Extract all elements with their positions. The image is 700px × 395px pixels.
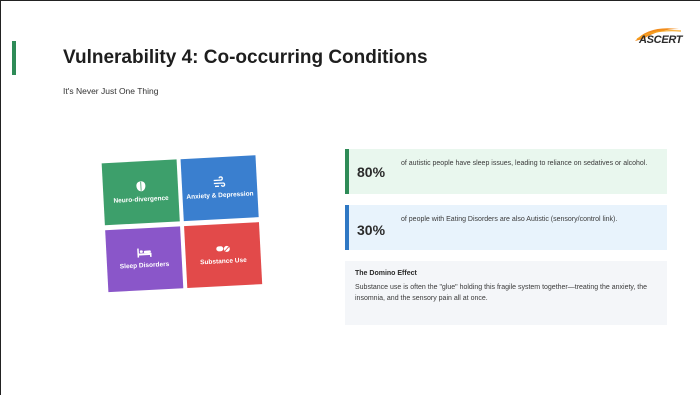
logo-text: ASCERT xyxy=(639,34,683,46)
brain-icon xyxy=(135,181,145,192)
slide: Vulnerability 4: Co-occurring Conditions… xyxy=(0,0,700,395)
tile-label: Substance Use xyxy=(199,256,247,267)
domino-title: The Domino Effect xyxy=(355,270,417,277)
accent-bar xyxy=(12,41,16,75)
tile-label: Sleep Disorders xyxy=(119,261,170,271)
tile-anxiety-depression: Anxiety & Depression xyxy=(180,155,259,222)
tile-label: Neuro-divergence xyxy=(113,194,169,205)
tile-substance-use: Substance Use xyxy=(184,222,263,289)
stat-text: of people with Eating Disorders are also… xyxy=(401,216,618,223)
stat-card-sleep: 80% of autistic people have sleep issues… xyxy=(345,149,667,194)
stat-card-eating-disorders: 30% of people with Eating Disorders are … xyxy=(345,205,667,250)
domino-effect-card: The Domino Effect Substance use is often… xyxy=(345,261,667,325)
bed-icon xyxy=(136,248,152,258)
conditions-grid: Neuro-divergence Anxiety & Depression Sl… xyxy=(101,155,271,295)
slide-title: Vulnerability 4: Co-occurring Conditions xyxy=(63,47,428,68)
tile-sleep-disorders: Sleep Disorders xyxy=(105,226,184,293)
domino-text: Substance use is often the "glue" holdin… xyxy=(355,284,648,302)
wind-icon xyxy=(213,176,226,187)
ascert-logo: ASCERT xyxy=(629,23,687,53)
stat-value: 30% xyxy=(357,222,386,238)
stat-text: of autistic people have sleep issues, le… xyxy=(401,160,648,167)
pills-icon xyxy=(216,245,230,252)
slide-subtitle: It's Never Just One Thing xyxy=(63,86,159,96)
tile-label: Anxiety & Depression xyxy=(186,190,254,201)
stat-value: 80% xyxy=(357,164,386,180)
tile-neurodivergence: Neuro-divergence xyxy=(101,159,180,226)
